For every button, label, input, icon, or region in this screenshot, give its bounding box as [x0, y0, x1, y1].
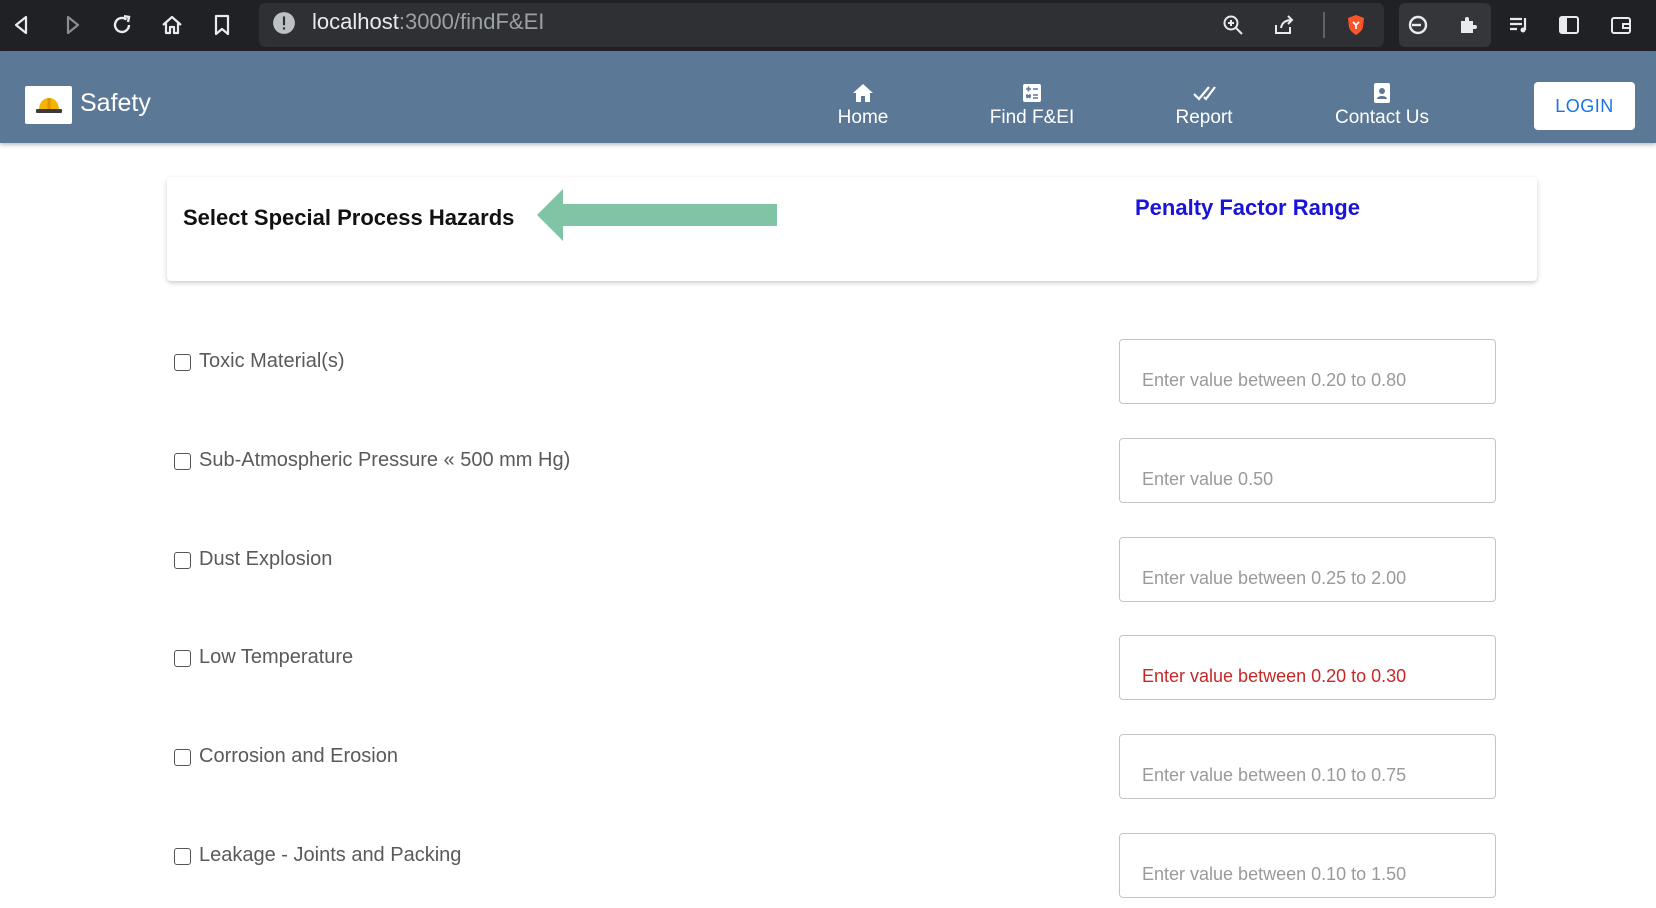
sidebar-toggle-icon[interactable] — [1552, 8, 1586, 42]
sub-atmospheric-pressure-input[interactable] — [1119, 438, 1496, 503]
sub-atmospheric-pressure-checkbox[interactable] — [174, 453, 191, 470]
section-title: Select Special Process Hazards — [183, 205, 515, 230]
hazard-row-sub-atmospheric-pressure: Sub-Atmospheric Pressure « 500 mm Hg) — [0, 438, 1656, 513]
puzzle-extensions-icon[interactable] — [1451, 8, 1485, 42]
penalty-factor-range-title: Penalty Factor Range — [1135, 195, 1360, 220]
url-path: :3000/findF&EI — [398, 9, 545, 34]
dust-explosion-label: Dust Explosion — [199, 548, 333, 570]
hazard-row-toxic-materials: Toxic Material(s) — [0, 339, 1656, 414]
nav-contact-us-label: Contact Us — [1335, 107, 1429, 128]
brand-name[interactable]: Safety — [80, 89, 151, 118]
calculator-icon — [1023, 84, 1041, 102]
low-temperature-label: Low Temperature — [199, 646, 354, 668]
nav-home-label: Home — [837, 107, 889, 128]
nav-report[interactable]: Report — [1167, 81, 1241, 129]
bookmark-icon[interactable] — [205, 8, 239, 42]
brave-shield-icon[interactable] — [1339, 8, 1373, 42]
reload-icon[interactable] — [105, 8, 139, 42]
logo[interactable] — [25, 86, 72, 124]
nav-find-fei-label: Find F&EI — [989, 107, 1075, 128]
home-browser-icon[interactable] — [155, 8, 189, 42]
back-icon[interactable] — [5, 8, 39, 42]
url-text[interactable]: localhost:3000/findF&EI — [312, 9, 544, 35]
sync-extension-icon[interactable] — [1401, 8, 1435, 42]
hazard-row-leakage-joints-packing: Leakage - Joints and Packing — [0, 833, 1656, 908]
sub-atmospheric-pressure-label: Sub-Atmospheric Pressure « 500 mm Hg) — [199, 449, 571, 471]
toxic-materials-label: Toxic Material(s) — [199, 350, 345, 372]
toolbar-separator — [1323, 12, 1325, 38]
left-arrow-icon — [537, 189, 777, 241]
forward-icon[interactable] — [55, 8, 89, 42]
app-header: Safety Home Find F&EI Report Contact Us … — [0, 51, 1656, 143]
hazard-row-low-temperature: Low Temperature — [0, 635, 1656, 710]
corrosion-erosion-label: Corrosion and Erosion — [199, 745, 398, 767]
corrosion-erosion-input[interactable] — [1119, 734, 1496, 799]
hazard-row-dust-explosion: Dust Explosion — [0, 537, 1656, 612]
url-host: localhost — [312, 9, 399, 34]
playlist-icon[interactable] — [1502, 8, 1536, 42]
home-icon — [853, 84, 873, 102]
low-temperature-checkbox[interactable] — [174, 650, 191, 667]
nav-report-label: Report — [1175, 107, 1233, 128]
toxic-materials-input[interactable] — [1119, 339, 1496, 404]
nav-contact-us[interactable]: Contact Us — [1330, 81, 1434, 129]
wallet-icon[interactable] — [1604, 8, 1638, 42]
browser-toolbar: localhost:3000/findF&EI — [0, 0, 1656, 51]
toxic-materials-checkbox[interactable] — [174, 354, 191, 371]
low-temperature-input[interactable] — [1119, 635, 1496, 700]
zoom-icon[interactable] — [1216, 8, 1250, 42]
hard-hat-icon — [35, 98, 62, 113]
dust-explosion-input[interactable] — [1119, 537, 1496, 602]
hazard-row-corrosion-erosion: Corrosion and Erosion — [0, 734, 1656, 809]
contact-card-icon — [1374, 83, 1390, 103]
nav-home[interactable]: Home — [826, 81, 900, 129]
share-icon[interactable] — [1267, 8, 1301, 42]
dust-explosion-checkbox[interactable] — [174, 552, 191, 569]
leakage-joints-packing-checkbox[interactable] — [174, 848, 191, 865]
nav-find-fei[interactable]: Find F&EI — [982, 81, 1082, 129]
leakage-joints-packing-input[interactable] — [1119, 833, 1496, 898]
corrosion-erosion-checkbox[interactable] — [174, 749, 191, 766]
leakage-joints-packing-label: Leakage - Joints and Packing — [199, 844, 462, 866]
double-check-icon — [1193, 86, 1216, 101]
login-button[interactable]: LOGIN — [1534, 82, 1635, 130]
site-info-icon[interactable] — [272, 11, 295, 34]
section-header-card: Select Special Process Hazards Penalty F… — [167, 177, 1537, 281]
